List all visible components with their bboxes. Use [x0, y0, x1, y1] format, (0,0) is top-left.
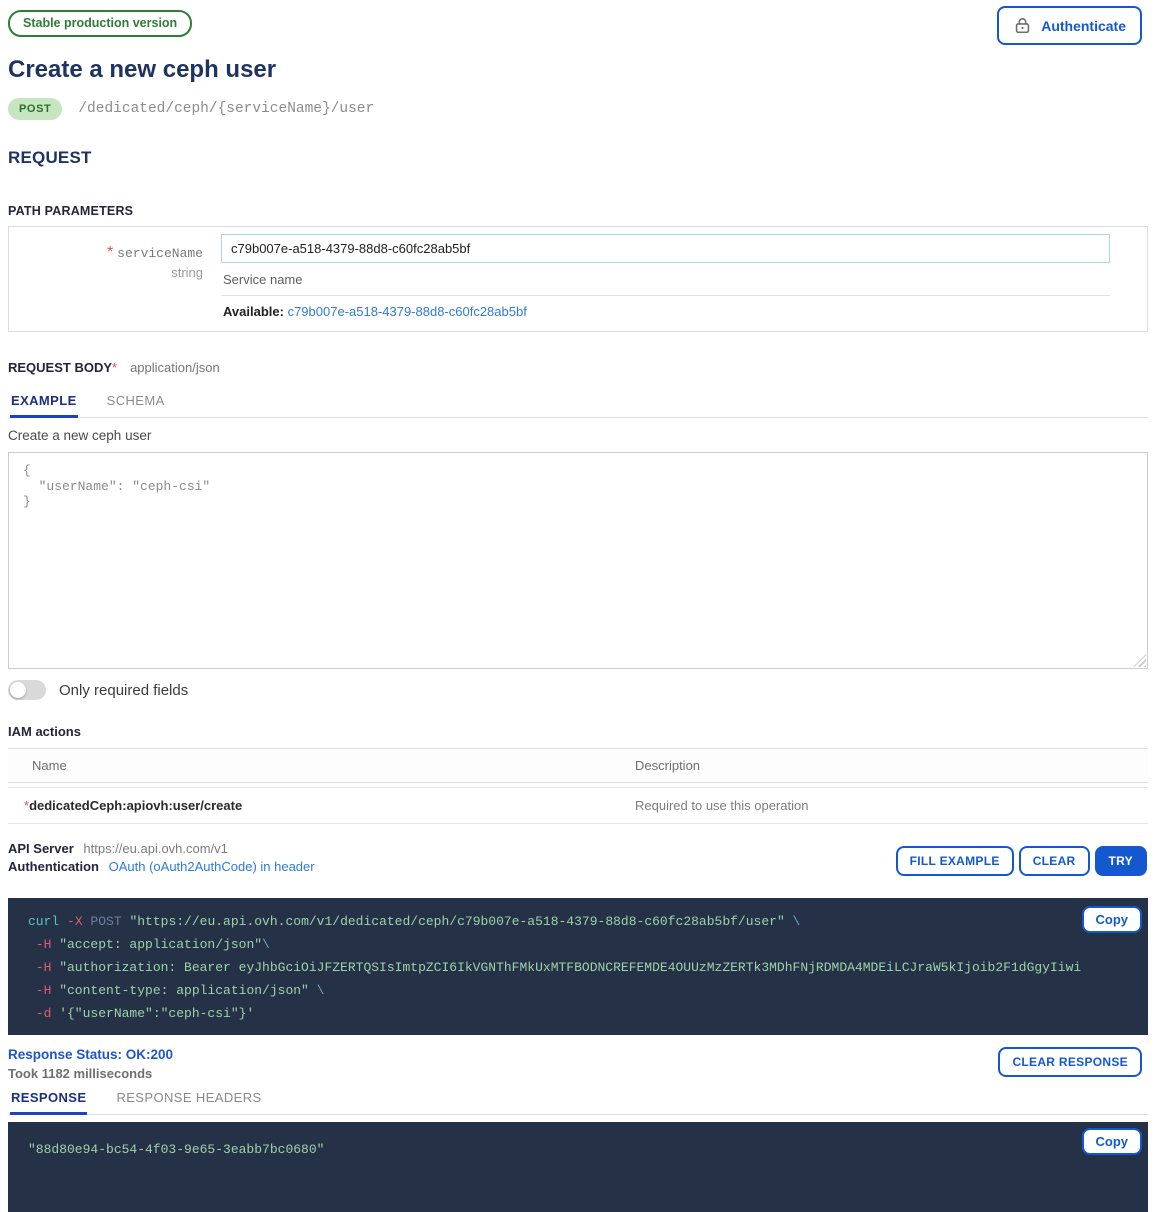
- clear-button[interactable]: CLEAR: [1019, 846, 1090, 876]
- available-label: Available:: [223, 304, 284, 319]
- response-status-block: Response Status: OK:200 Took 1182 millis…: [8, 1047, 173, 1081]
- authenticate-label: Authenticate: [1041, 18, 1126, 34]
- request-body-content-type: application/json: [130, 360, 220, 375]
- request-body-required-marker: *: [112, 360, 117, 375]
- api-server-row: API Server https://eu.api.ovh.com/v1 Aut…: [8, 840, 1148, 876]
- iam-actions-table: Name Description *dedicatedCeph:apiovh:u…: [8, 748, 1148, 824]
- only-required-row: Only required fields: [8, 680, 1148, 700]
- top-bar: Stable production version Authenticate: [8, 6, 1148, 50]
- authentication-label: Authentication: [8, 859, 99, 874]
- tab-response[interactable]: RESPONSE: [10, 1085, 87, 1115]
- response-body: "88d80e94-bc54-4f03-9e65-3eabb7bc0680": [28, 1138, 1128, 1161]
- iam-action-name: *dedicatedCeph:apiovh:user/create: [8, 788, 635, 823]
- authenticate-button[interactable]: Authenticate: [997, 6, 1142, 45]
- clear-response-button[interactable]: CLEAR RESPONSE: [998, 1047, 1142, 1077]
- endpoint-path: /dedicated/ceph/{serviceName}/user: [78, 101, 374, 117]
- iam-column-description: Description: [635, 749, 1148, 782]
- path-parameters-table: * serviceName string Service name Availab…: [8, 226, 1148, 332]
- response-terminal: Copy "88d80e94-bc54-4f03-9e65-3eabb7bc06…: [8, 1122, 1148, 1212]
- fill-example-button[interactable]: FILL EXAMPLE: [896, 846, 1014, 876]
- iam-action-description: Required to use this operation: [635, 788, 1148, 823]
- path-parameters-label: PATH PARAMETERS: [8, 204, 1148, 218]
- lock-icon: [1013, 16, 1032, 35]
- response-copy-button[interactable]: Copy: [1082, 1128, 1143, 1155]
- curl-code: curl -X POST "https://eu.api.ovh.com/v1/…: [28, 910, 1128, 1025]
- curl-copy-button[interactable]: Copy: [1082, 906, 1143, 933]
- curl-terminal: Copy curl -X POST "https://eu.api.ovh.co…: [8, 898, 1148, 1035]
- action-buttons: FILL EXAMPLE CLEAR TRY: [896, 846, 1147, 876]
- tab-response-headers[interactable]: RESPONSE HEADERS: [115, 1085, 262, 1115]
- authentication-link[interactable]: OAuth (oAuth2AuthCode) in header: [109, 859, 315, 874]
- request-body-editor-wrap: { "userName": "ceph-csi" }: [8, 452, 1148, 669]
- endpoint-row: POST /dedicated/ceph/{serviceName}/user: [8, 98, 1148, 120]
- param-description: Service name: [221, 263, 1110, 296]
- api-server-value: https://eu.api.ovh.com/v1: [83, 841, 228, 856]
- param-controls: Service name Available: c79b007e-a518-43…: [221, 234, 1110, 329]
- param-required-marker: *: [107, 244, 113, 261]
- api-meta: API Server https://eu.api.ovh.com/v1 Aut…: [8, 840, 315, 876]
- request-body-label: REQUEST BODY: [8, 360, 112, 375]
- api-console-page: Stable production version Authenticate C…: [0, 0, 1156, 1212]
- api-server-label: API Server: [8, 841, 74, 856]
- available-value-link[interactable]: c79b007e-a518-4379-88d8-c60fc28ab5bf: [288, 304, 527, 319]
- tab-schema[interactable]: SCHEMA: [106, 388, 166, 418]
- request-body-description: Create a new ceph user: [8, 418, 1148, 452]
- request-body-heading: REQUEST BODY* application/json: [8, 360, 1148, 375]
- http-method-badge: POST: [8, 98, 62, 120]
- toggle-knob: [10, 682, 26, 698]
- only-required-label: Only required fields: [59, 682, 188, 699]
- iam-table-row: *dedicatedCeph:apiovh:user/create Requir…: [8, 787, 1148, 824]
- request-body-tabs: EXAMPLE SCHEMA: [8, 388, 1148, 418]
- version-badge: Stable production version: [8, 10, 192, 37]
- param-available-row: Available: c79b007e-a518-4379-88d8-c60fc…: [221, 296, 1110, 329]
- param-name: serviceName: [117, 246, 203, 261]
- iam-column-name: Name: [8, 749, 635, 782]
- response-status: Response Status: OK:200: [8, 1047, 173, 1062]
- tab-example[interactable]: EXAMPLE: [10, 388, 78, 418]
- service-name-input[interactable]: [221, 234, 1110, 263]
- response-status-row: Response Status: OK:200 Took 1182 millis…: [8, 1047, 1148, 1081]
- param-meta: * serviceName string: [9, 234, 221, 329]
- request-heading: REQUEST: [8, 148, 1148, 168]
- response-tabs: RESPONSE RESPONSE HEADERS: [8, 1085, 1148, 1115]
- request-body-editor[interactable]: { "userName": "ceph-csi" }: [9, 453, 1147, 668]
- only-required-toggle[interactable]: [8, 680, 46, 700]
- response-took: Took 1182 milliseconds: [8, 1066, 173, 1081]
- iam-actions-heading: IAM actions: [8, 724, 1148, 739]
- iam-table-header: Name Description: [8, 748, 1148, 783]
- try-button[interactable]: TRY: [1095, 846, 1147, 876]
- param-type: string: [9, 265, 203, 280]
- page-title: Create a new ceph user: [8, 56, 1148, 84]
